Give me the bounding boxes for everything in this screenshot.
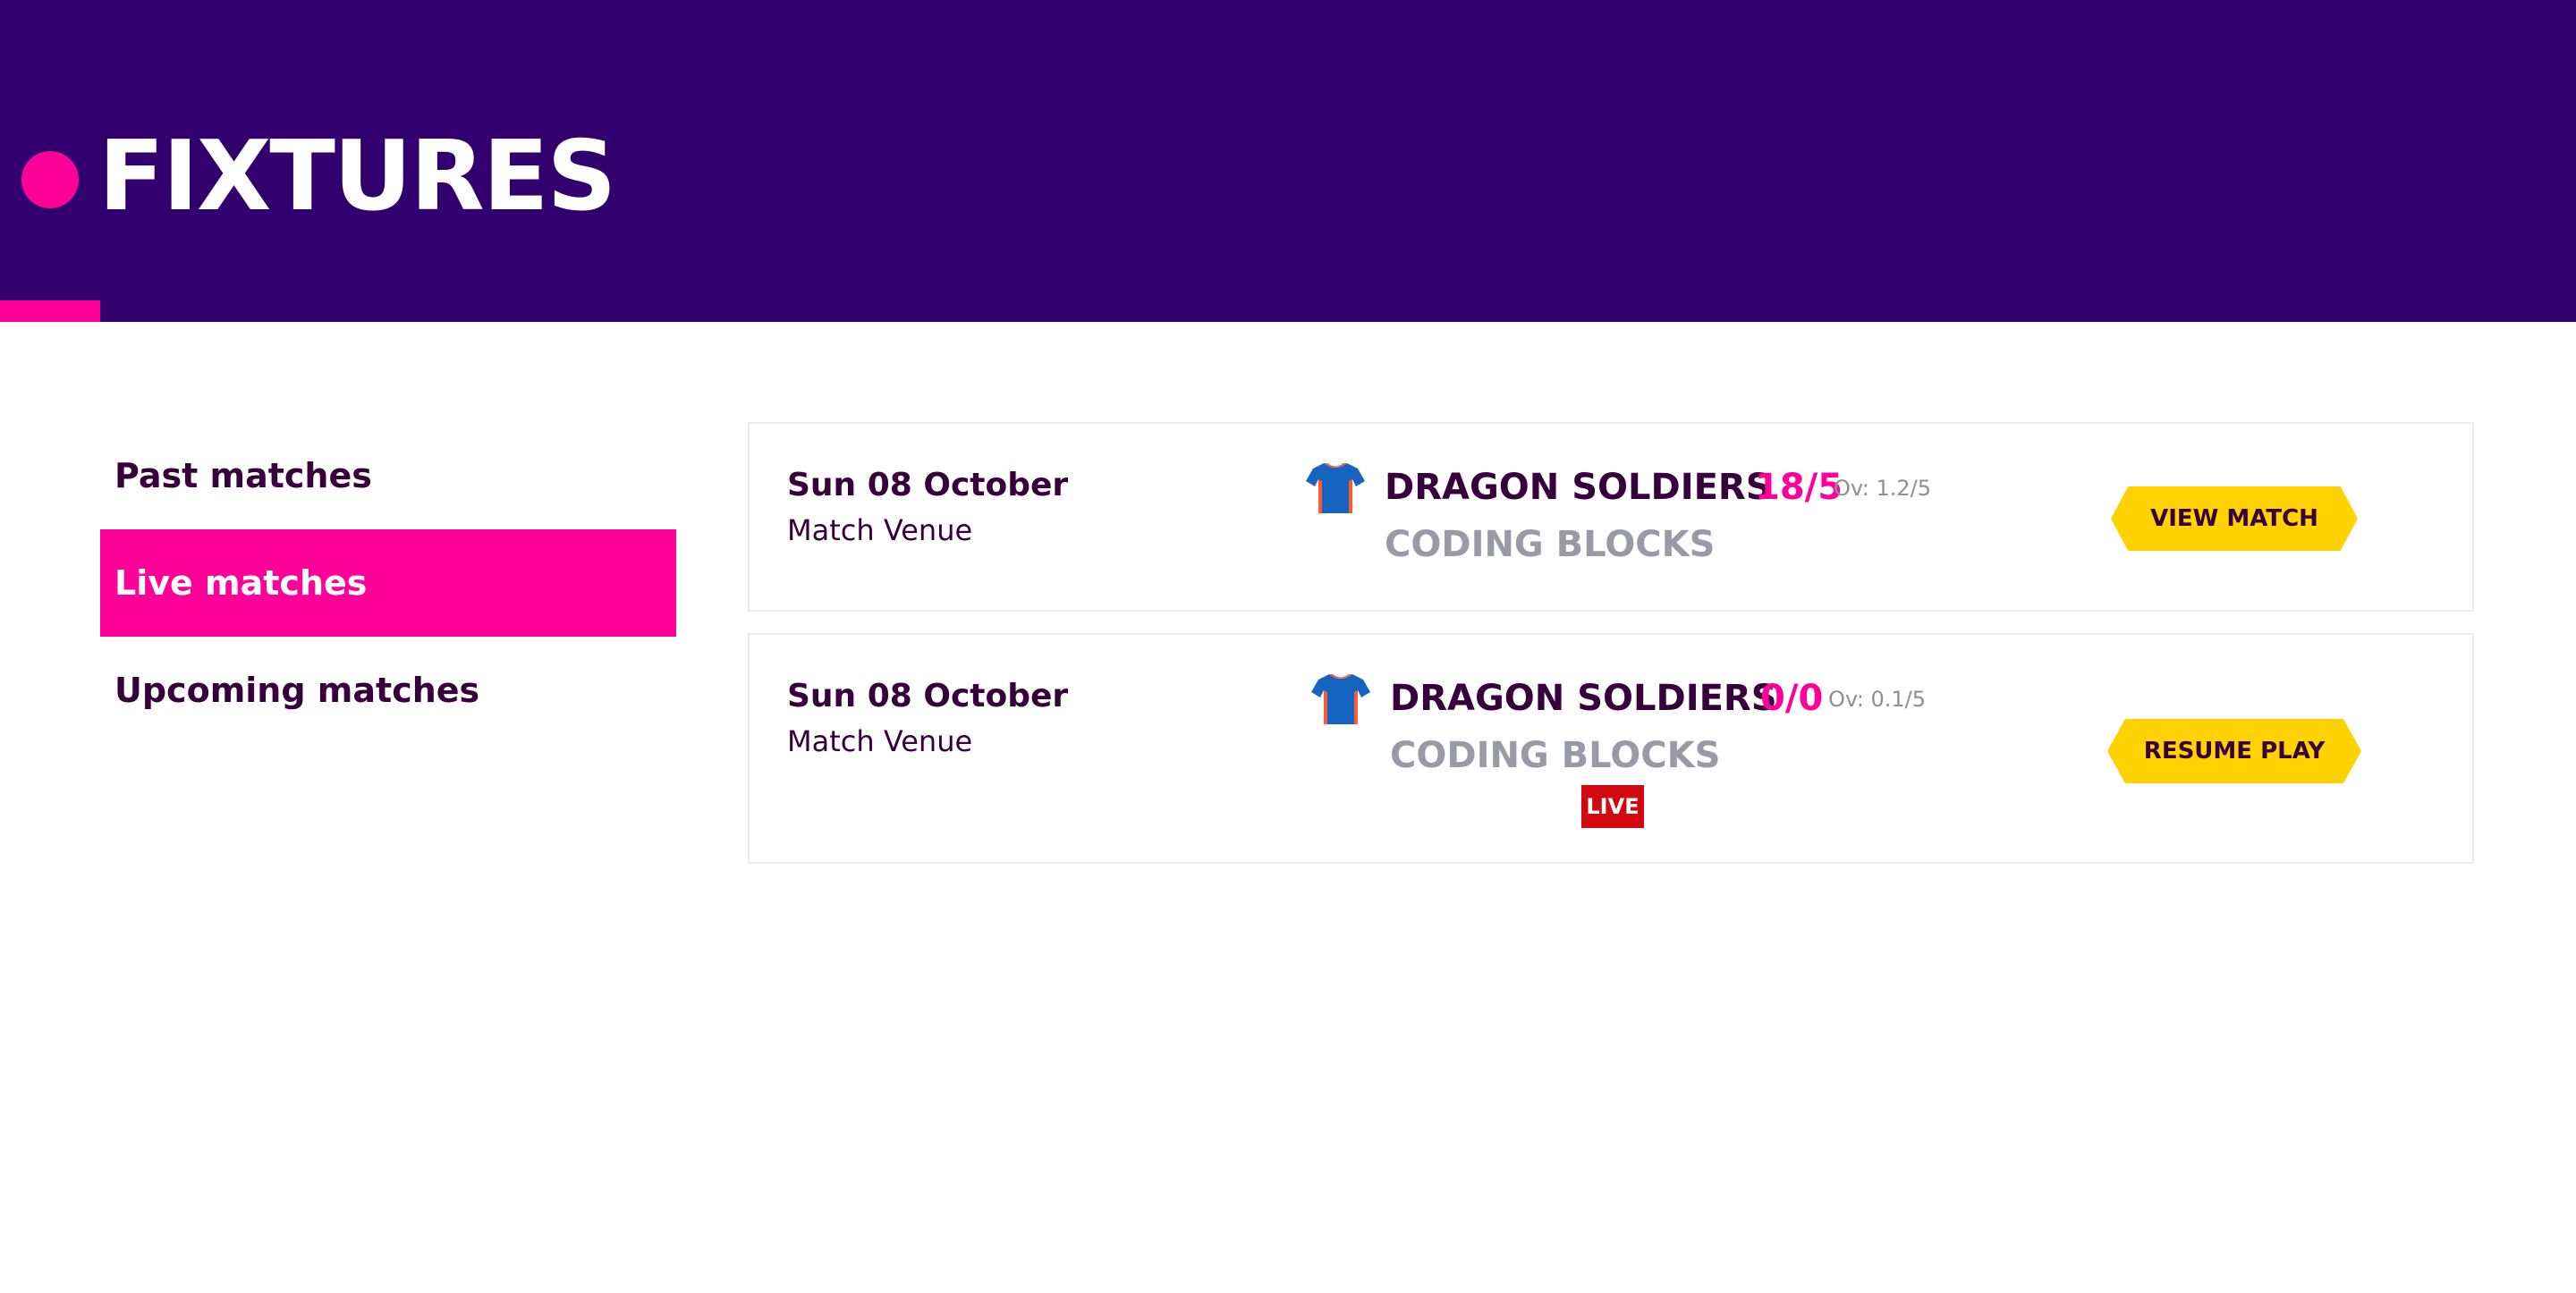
match-card: Sun 08 October Match Venue DRAGON SOLDIE… bbox=[748, 422, 2474, 612]
page-header: FIXTURES bbox=[0, 0, 2576, 322]
team-a-name: DRAGON SOLDIERS bbox=[1390, 678, 1777, 719]
team-a-score: 18/5 bbox=[1755, 467, 1843, 508]
live-badge: LIVE bbox=[1581, 785, 1644, 828]
match-venue: Match Venue bbox=[787, 513, 973, 547]
view-match-button[interactable]: VIEW MATCH bbox=[2111, 486, 2358, 551]
team-a-score: 0/0 bbox=[1760, 678, 1824, 719]
overs-count: Ov: 1.2/5 bbox=[1834, 476, 1932, 501]
match-date: Sun 08 October bbox=[787, 467, 1069, 503]
jersey-icon bbox=[1306, 463, 1365, 513]
team-b-name: CODING BLOCKS bbox=[1385, 524, 1716, 565]
page-title: FIXTURES bbox=[98, 121, 616, 232]
team-a-name: DRAGON SOLDIERS bbox=[1385, 467, 1772, 508]
sidebar-item-past-matches[interactable]: Past matches bbox=[100, 422, 676, 529]
header-accent-bar bbox=[0, 300, 100, 322]
overs-count: Ov: 0.1/5 bbox=[1828, 687, 1927, 712]
match-date: Sun 08 October bbox=[787, 678, 1069, 714]
sidebar-item-upcoming-matches[interactable]: Upcoming matches bbox=[100, 637, 676, 744]
match-card: Sun 08 October Match Venue DRAGON SOLDIE… bbox=[748, 633, 2474, 864]
resume-play-button[interactable]: RESUME PLAY bbox=[2107, 719, 2361, 783]
jersey-icon bbox=[1311, 674, 1370, 724]
sidebar-item-live-matches[interactable]: Live matches bbox=[100, 529, 676, 637]
fixtures-sidebar: Past matches Live matches Upcoming match… bbox=[100, 422, 676, 744]
team-b-name: CODING BLOCKS bbox=[1390, 735, 1721, 776]
header-dot-icon bbox=[21, 151, 79, 208]
match-venue: Match Venue bbox=[787, 724, 973, 758]
